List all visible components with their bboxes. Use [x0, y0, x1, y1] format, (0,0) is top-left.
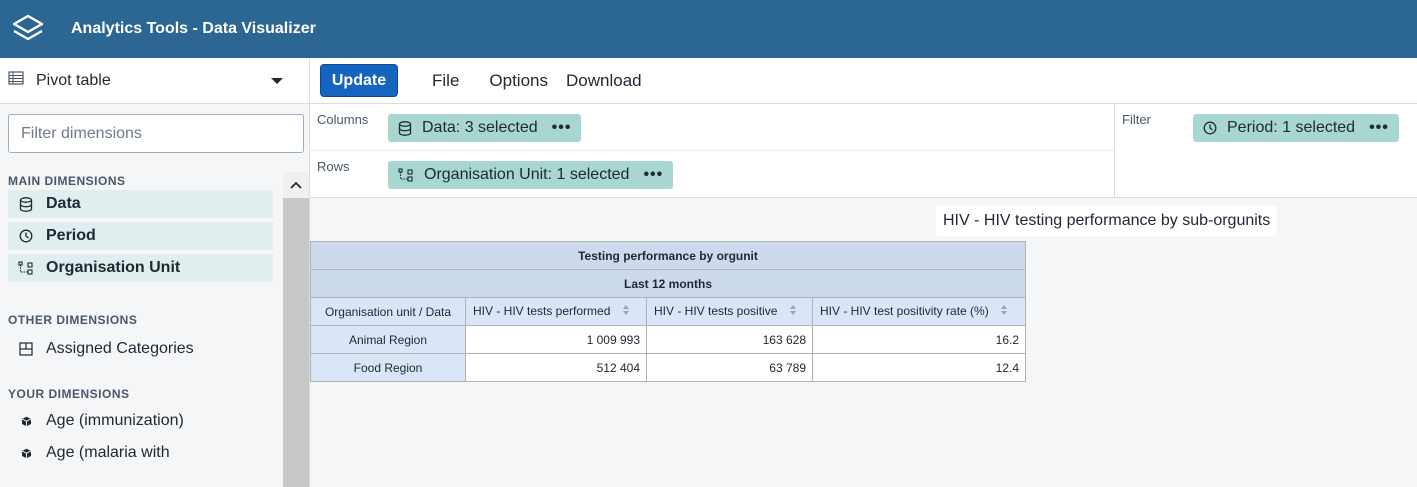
column-header-tests-positive[interactable]: HIV - HIV tests positive	[646, 297, 813, 326]
rows-orgunit-chip[interactable]: Organisation Unit: 1 selected •••	[388, 161, 674, 189]
table-cell[interactable]: 16.2	[812, 325, 1026, 354]
dimension-list: MAIN DIMENSIONS Data Period Organisation…	[0, 172, 283, 471]
clock-icon	[1203, 121, 1217, 135]
sort-icon	[1000, 304, 1008, 319]
options-menu[interactable]: Options	[489, 71, 548, 91]
axis-divider	[310, 150, 1114, 151]
scroll-up-button[interactable]	[283, 172, 309, 198]
layout-panel: Columns Rows Filter Data: 3 selected •••…	[310, 104, 1417, 198]
column-header-label: HIV - HIV test positivity rate (%)	[820, 303, 989, 318]
rows-axis-label: Rows	[317, 159, 350, 174]
table-title: Testing performance by orgunit	[310, 241, 1026, 270]
dimension-label: Period	[46, 227, 96, 244]
pivot-table: Testing performance by orgunit Last 12 m…	[310, 241, 1026, 382]
chevron-up-icon	[290, 181, 302, 189]
visualization-type-label: Pivot table	[36, 71, 111, 89]
main-toolbar: Update File Options Download	[310, 58, 1417, 104]
chip-menu-button[interactable]: •••	[1369, 119, 1389, 137]
row-header: Food Region	[310, 353, 466, 382]
filter-dimensions-input[interactable]	[8, 114, 304, 153]
pivot-table-icon	[8, 71, 24, 90]
other-dimensions-heading: OTHER DIMENSIONS	[8, 313, 138, 327]
download-menu[interactable]: Download	[566, 71, 642, 91]
table-cell[interactable]: 163 628	[646, 325, 813, 354]
filter-divider	[1114, 104, 1115, 197]
column-header-tests-performed[interactable]: HIV - HIV tests performed	[465, 297, 647, 326]
table-subtitle: Last 12 months	[310, 269, 1026, 298]
visualization-canvas: HIV - HIV testing performance by sub-org…	[310, 198, 1417, 487]
database-icon	[18, 196, 34, 212]
dimension-item-organisation-unit[interactable]: Organisation Unit	[8, 254, 273, 282]
dimension-item-period[interactable]: Period	[8, 222, 273, 250]
app-logo-icon[interactable]	[0, 0, 56, 58]
chip-label: Data: 3 selected	[422, 119, 538, 136]
column-header-label: HIV - HIV tests positive	[654, 303, 778, 318]
app-header: Analytics Tools - Data Visualizer	[0, 0, 1417, 58]
your-dimensions-heading: YOUR DIMENSIONS	[8, 387, 130, 401]
sort-icon	[622, 304, 630, 319]
dimension-list-scrollbar[interactable]	[283, 172, 309, 487]
main-dimensions-heading: MAIN DIMENSIONS	[8, 174, 126, 188]
dimension-item-age-immunization[interactable]: Age (immunization)	[8, 407, 273, 435]
dimension-item-age-malaria[interactable]: Age (malaria with	[8, 439, 273, 467]
filter-period-chip[interactable]: Period: 1 selected •••	[1193, 114, 1399, 142]
chip-menu-button[interactable]: •••	[552, 119, 572, 137]
clock-icon	[18, 229, 34, 243]
dimension-label: Age (malaria with	[46, 444, 170, 461]
column-header-positivity-rate[interactable]: HIV - HIV test positivity rate (%)	[812, 297, 1026, 326]
dimension-item-data[interactable]: Data	[8, 190, 273, 218]
app-title: Analytics Tools - Data Visualizer	[71, 20, 316, 37]
dimension-label: Organisation Unit	[46, 259, 181, 276]
chevron-down-icon	[271, 77, 283, 84]
categories-icon	[18, 342, 34, 356]
dimension-label: Assigned Categories	[46, 340, 194, 357]
dimensions-panel: Pivot table MAIN DIMENSIONS Data Period …	[0, 58, 310, 487]
update-button[interactable]: Update	[320, 64, 398, 97]
chip-label: Period: 1 selected	[1227, 119, 1356, 136]
filter-axis-label: Filter	[1122, 112, 1151, 127]
table-row: Food Region 512 404 63 789 12.4	[310, 353, 1026, 382]
chip-label: Organisation Unit: 1 selected	[424, 166, 630, 183]
columns-data-chip[interactable]: Data: 3 selected •••	[388, 114, 582, 142]
sort-icon	[789, 304, 797, 319]
row-header: Animal Region	[310, 325, 466, 354]
table-cell[interactable]: 12.4	[812, 353, 1026, 382]
columns-axis-label: Columns	[317, 112, 369, 127]
table-row: Animal Region 1 009 993 163 628 16.2	[310, 325, 1026, 354]
cube-icon	[18, 416, 34, 427]
table-cell[interactable]: 512 404	[465, 353, 647, 382]
file-menu[interactable]: File	[432, 71, 459, 91]
dimension-item-assigned-categories[interactable]: Assigned Categories	[8, 335, 273, 363]
column-header-label: HIV - HIV tests performed	[473, 303, 611, 318]
orgunit-tree-icon	[18, 261, 34, 275]
dimension-label: Age (immunization)	[46, 412, 184, 429]
dimension-label: Data	[46, 195, 81, 212]
database-icon	[398, 120, 412, 136]
visualization-type-selector[interactable]: Pivot table	[0, 58, 309, 104]
table-cell[interactable]: 63 789	[646, 353, 813, 382]
visualization-title[interactable]: HIV - HIV testing performance by sub-org…	[936, 205, 1278, 236]
chip-menu-button[interactable]: •••	[643, 166, 663, 184]
orgunit-tree-icon	[398, 168, 414, 182]
table-cell[interactable]: 1 009 993	[465, 325, 647, 354]
corner-header: Organisation unit / Data	[310, 297, 466, 326]
cube-icon	[18, 448, 34, 459]
